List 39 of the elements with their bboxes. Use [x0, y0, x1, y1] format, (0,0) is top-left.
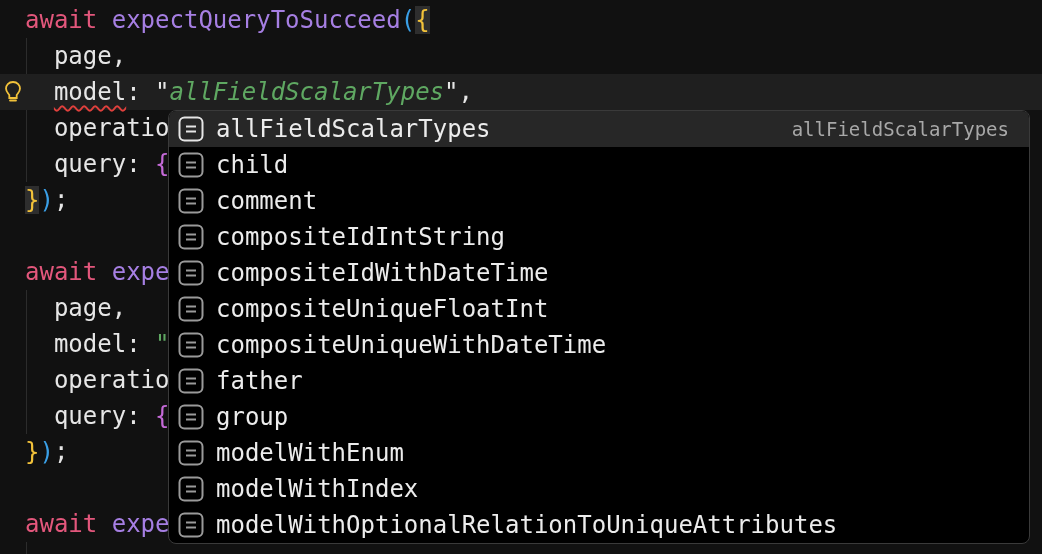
- code-line: operatio: [52, 365, 170, 395]
- equals-box-icon: [178, 332, 204, 358]
- code-line: page,: [52, 41, 127, 71]
- equals-box-icon: [178, 224, 204, 250]
- equals-box-icon: [178, 116, 204, 142]
- equals-box-icon: [178, 476, 204, 502]
- completion-item[interactable]: modelWithOptionalRelationToUniqueAttributes: [169, 507, 1029, 543]
- completion-item[interactable]: child: [169, 147, 1029, 183]
- code-line: });: [25, 185, 69, 215]
- completion-item[interactable]: modelWithIndex: [169, 471, 1029, 507]
- code-line: await expe: [25, 509, 170, 539]
- type-detail: allFieldScalarTypes: [791, 118, 1009, 140]
- equals-box-icon: [178, 440, 204, 466]
- completion-item[interactable]: comment: [169, 183, 1029, 219]
- code-line: model: "allFieldScalarTypes",: [52, 77, 473, 107]
- code-line: query: {: [52, 149, 170, 179]
- completion-item[interactable]: allFieldScalarTypes allFieldScalarTypes: [169, 111, 1029, 147]
- completion-item[interactable]: modelWithEnum: [169, 435, 1029, 471]
- completion-item[interactable]: compositeUniqueFloatInt: [169, 291, 1029, 327]
- completion-item[interactable]: compositeUniqueWithDateTime: [169, 327, 1029, 363]
- code-line: operatio: [52, 113, 170, 143]
- equals-box-icon: [178, 296, 204, 322]
- completion-item[interactable]: father: [169, 363, 1029, 399]
- code-line: await expe: [25, 257, 170, 287]
- completion-item[interactable]: compositeIdIntString: [169, 219, 1029, 255]
- code-line: model: ": [52, 329, 170, 359]
- code-line: page,: [52, 293, 127, 323]
- code-line: await expectQueryToSucceed({: [25, 5, 430, 35]
- equals-box-icon: [178, 152, 204, 178]
- equals-box-icon: [178, 260, 204, 286]
- completion-item[interactable]: group: [169, 399, 1029, 435]
- code-line: });: [25, 437, 69, 467]
- code-line: query: {: [52, 401, 170, 431]
- equals-box-icon: [178, 512, 204, 538]
- lightbulb-icon[interactable]: [3, 80, 22, 104]
- completion-item[interactable]: compositeIdWithDateTime: [169, 255, 1029, 291]
- equals-box-icon: [178, 188, 204, 214]
- equals-box-icon: [178, 368, 204, 394]
- equals-box-icon: [178, 404, 204, 430]
